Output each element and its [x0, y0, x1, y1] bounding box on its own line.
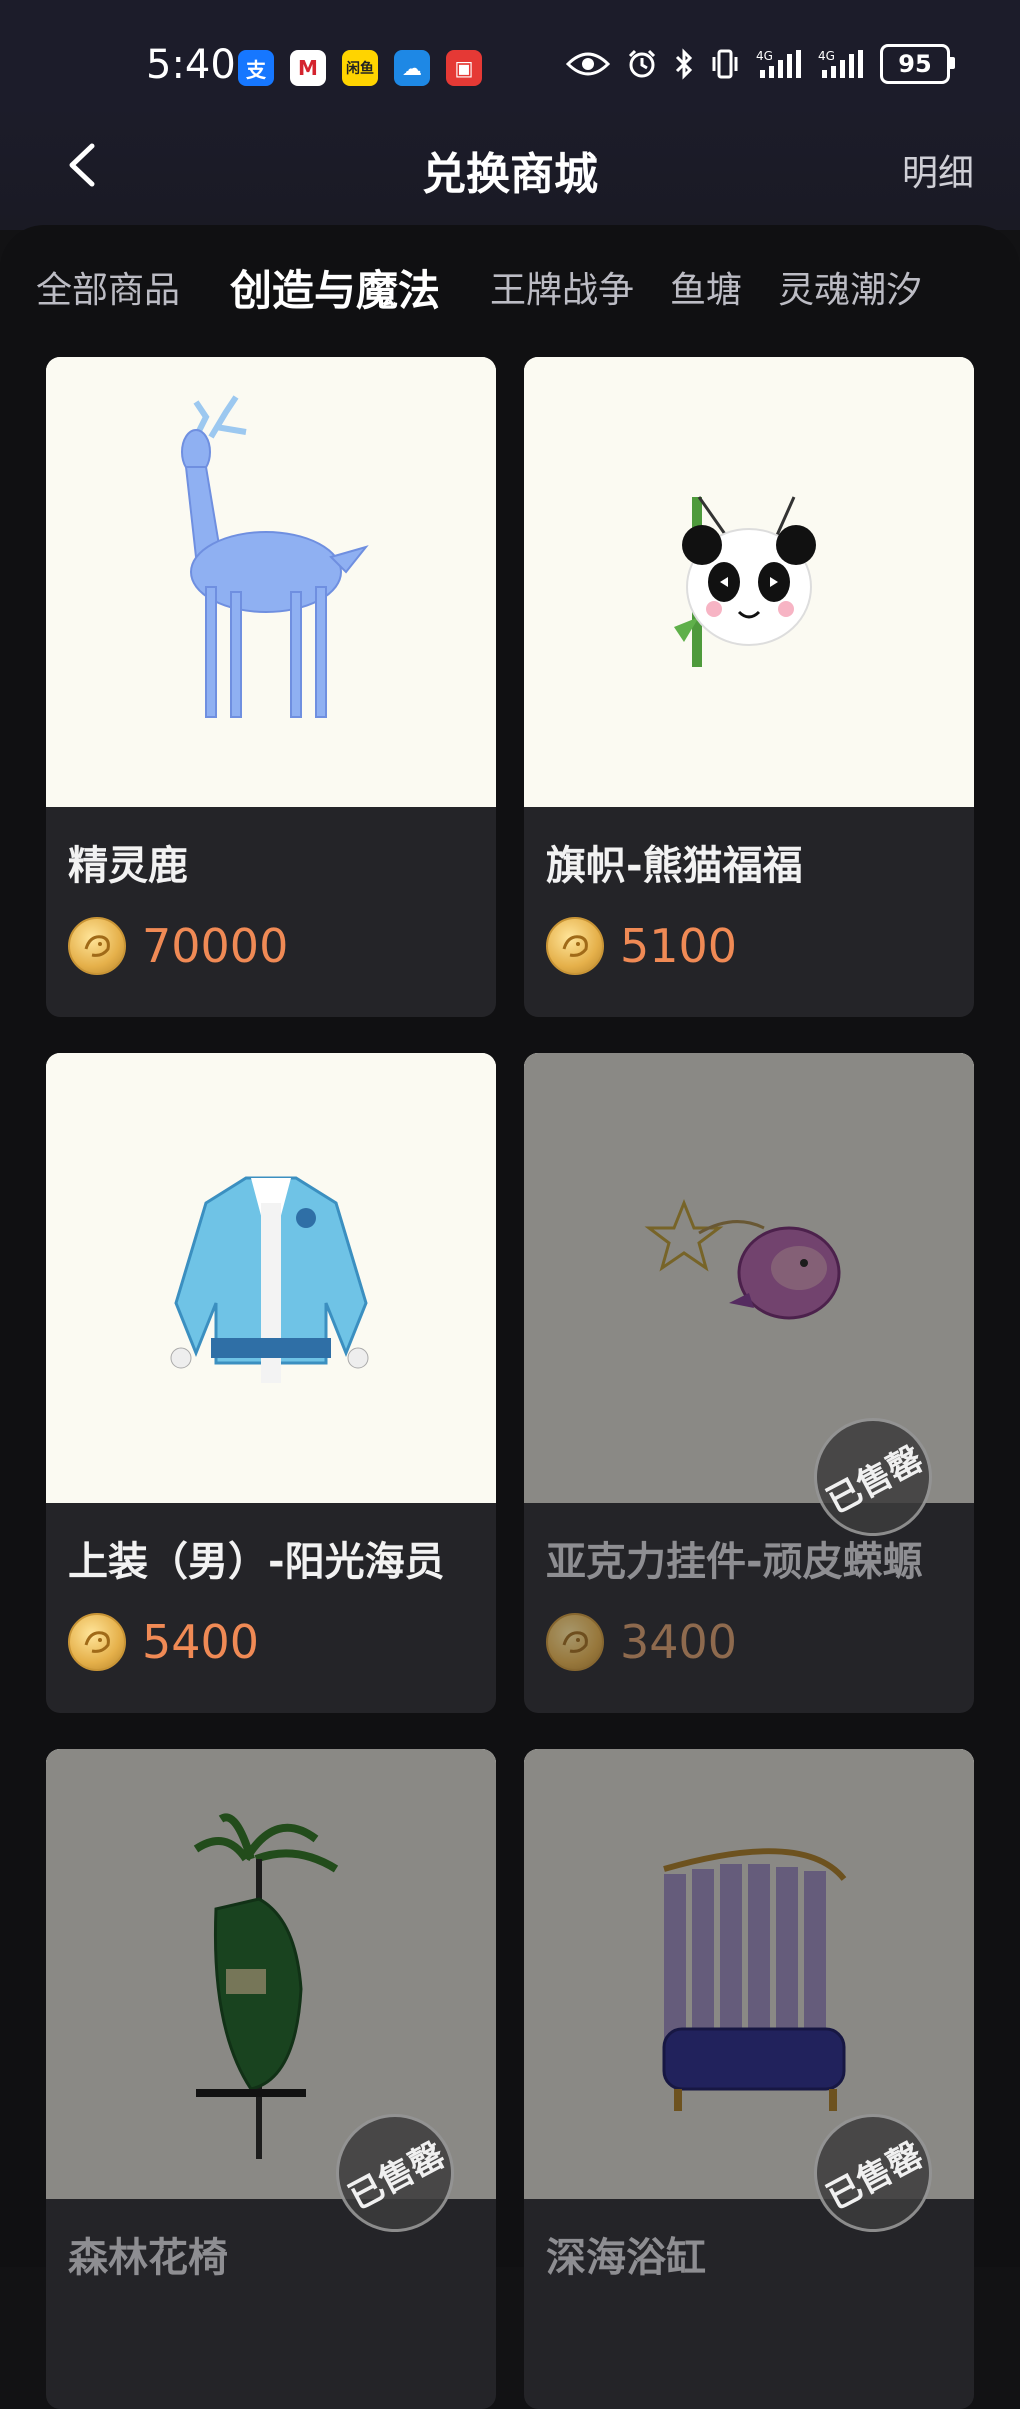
product-info: 精灵鹿 70000 — [46, 807, 496, 1017]
price-row: 5400 — [68, 1613, 259, 1671]
product-price: 5400 — [142, 1615, 260, 1669]
tab-label: 王牌战争 — [490, 270, 635, 311]
news-icon: 闲鱼 — [342, 50, 378, 86]
signal-icon: 4G — [756, 48, 802, 80]
product-price: 70000 — [142, 919, 289, 973]
product-card[interactable]: 上装（男）-阳光海员 5400 — [46, 1053, 496, 1713]
price-row: 70000 — [68, 917, 288, 975]
tab-label: 鱼塘 — [670, 270, 743, 311]
product-image: 已售罄 — [524, 1053, 974, 1557]
signal-icon: 4G — [818, 48, 864, 80]
product-image — [524, 357, 974, 807]
status-indicators: 4G 4G 95 — [566, 44, 955, 84]
status-app-icons: 支 M 闲鱼 ☁ ▣ — [238, 50, 482, 86]
svg-text:4G: 4G — [818, 49, 835, 63]
product-name: 亚克力挂件-顽皮蝾螈 — [546, 1539, 923, 1585]
product-name: 森林花椅 — [68, 2235, 228, 2281]
spirit-deer-image — [46, 357, 496, 807]
product-card[interactable]: 旗帜-熊猫福福 5100 — [524, 357, 974, 1017]
sailor-jacket-image — [46, 1053, 496, 1503]
product-name: 上装（男）-阳光海员 — [68, 1539, 445, 1585]
product-price: 5100 — [620, 919, 738, 973]
alarm-icon — [626, 48, 658, 80]
tab-soul-tide[interactable]: 灵魂潮汐 — [778, 261, 922, 313]
product-info: 亚克力挂件-顽皮蝾螈 3400 — [524, 1503, 974, 1713]
tab-fish-pond[interactable]: 鱼塘 — [670, 261, 742, 313]
product-image — [46, 357, 496, 807]
product-price: 3400 — [620, 1615, 738, 1669]
detail-button[interactable]: 明细 — [902, 144, 974, 196]
price-row: 5100 — [546, 917, 737, 975]
red-app-icon: ▣ — [446, 50, 482, 86]
product-info: 上装（男）-阳光海员 5400 — [46, 1503, 496, 1713]
coin-icon — [68, 917, 126, 975]
page-title: 兑换商城 — [422, 149, 598, 200]
top-bar: 兑换商城 明细 — [0, 100, 1020, 230]
tab-create-magic[interactable]: 创造与魔法 — [230, 257, 440, 318]
coin-icon — [546, 917, 604, 975]
product-card[interactable]: 已售罄 亚克力挂件-顽皮蝾螈 3400 — [524, 1053, 974, 1713]
product-info: 深海浴缸 — [524, 2199, 974, 2409]
coin-icon — [546, 1613, 604, 1671]
svg-text:4G: 4G — [756, 49, 773, 63]
product-card[interactable]: 已售罄 森林花椅 — [46, 1749, 496, 2409]
bluetooth-icon — [674, 48, 694, 80]
product-name: 旗帜-熊猫福福 — [546, 843, 803, 889]
eye-icon — [566, 50, 610, 78]
alipay-icon: 支 — [238, 50, 274, 86]
product-image: 已售罄 — [524, 1749, 974, 2253]
tab-all[interactable]: 全部商品 — [36, 261, 180, 313]
price-row: 3400 — [546, 1613, 737, 1671]
product-card[interactable]: 精灵鹿 70000 — [46, 357, 496, 1017]
tab-label: 创造与魔法 — [230, 265, 441, 315]
tab-label: 灵魂潮汐 — [778, 270, 923, 311]
product-name: 深海浴缸 — [546, 2235, 706, 2281]
weather-icon: ☁ — [394, 50, 430, 86]
category-tabs: 全部商品 创造与魔法 王牌战争 鱼塘 灵魂潮汐 — [0, 247, 1020, 327]
battery-level: 95 — [898, 50, 932, 78]
coin-icon — [68, 1613, 126, 1671]
product-card[interactable]: 已售罄 深海浴缸 — [524, 1749, 974, 2409]
product-image — [46, 1053, 496, 1503]
status-time: 5:40 — [146, 42, 236, 88]
product-info: 旗帜-熊猫福福 5100 — [524, 807, 974, 1017]
product-image: 已售罄 — [46, 1749, 496, 2253]
vibrate-icon — [710, 48, 740, 80]
tab-ace-war[interactable]: 王牌战争 — [490, 261, 634, 313]
cmb-icon: M — [290, 50, 326, 86]
tab-label: 全部商品 — [36, 270, 181, 311]
battery-icon: 95 — [880, 44, 955, 84]
product-name: 精灵鹿 — [68, 843, 188, 889]
product-grid: 精灵鹿 70000 旗帜-熊猫福福 5100 上装（男）-阳光海员 5400 已… — [46, 357, 976, 2409]
panda-flag-image — [524, 357, 974, 807]
product-info: 森林花椅 — [46, 2199, 496, 2409]
